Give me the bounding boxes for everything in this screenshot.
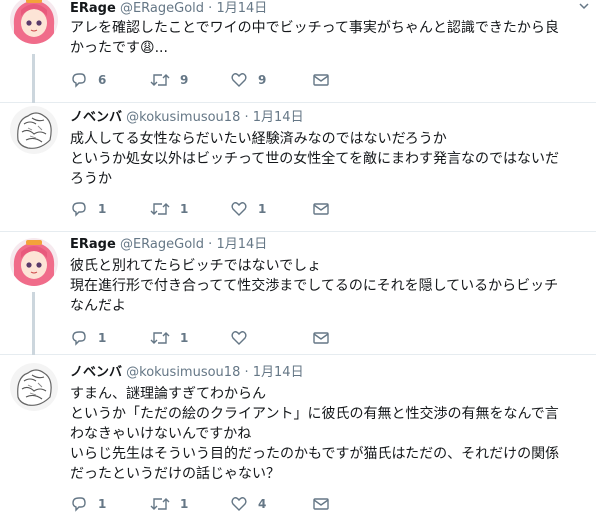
reply-icon (72, 73, 86, 88)
retweet-icon (150, 498, 170, 510)
retweet-count: 9 (180, 73, 189, 87)
reply-count: 1 (98, 497, 107, 511)
display-name[interactable]: ノベンバ (70, 110, 122, 125)
avatar[interactable] (10, 0, 58, 44)
separator-dot: · (244, 110, 249, 125)
tweet-header: ノベンバ @kokusimusou18 · 1月14日 (70, 364, 304, 382)
timestamp[interactable]: 1月14日 (216, 237, 267, 252)
tweet-text-line: すまん、謎理論すぎてわからん (70, 386, 266, 402)
like-icon (231, 497, 247, 511)
retweet-button[interactable]: 1 (150, 494, 188, 514)
tweet-header: ノベンバ @kokusimusou18 · 1月14日 (70, 109, 304, 127)
tweet-text-line: 現在進行形で付き合ってて性交渉までしてるのにそれを隠しているからビッチ (70, 278, 559, 294)
like-count: 4 (258, 497, 267, 511)
reply-icon (72, 202, 86, 217)
tweet[interactable]: ノベンバ @kokusimusou18 · 1月14日 成人してる女性ならだいた… (0, 103, 596, 232)
like-icon (231, 73, 247, 87)
separator-dot: · (208, 1, 213, 16)
reply-icon (72, 331, 86, 346)
tweet-header: ERage @ERageGold · 1月14日 (70, 236, 267, 254)
avatar[interactable] (10, 238, 58, 286)
reply-button[interactable]: 1 (70, 328, 106, 348)
user-handle[interactable]: @kokusimusou18 (126, 110, 240, 125)
display-name[interactable]: ERage (70, 1, 116, 16)
tweet-text-line: というか「ただの絵のクライアント」に彼氏の有無と性交渉の有無をなんで言 (70, 406, 559, 422)
tweet[interactable]: ERage @ERageGold · 1月14日 彼氏と別れてたらビッチではない… (0, 232, 596, 355)
tweet-text-line: なんだよ (70, 298, 126, 314)
timestamp[interactable]: 1月14日 (253, 110, 304, 125)
timestamp[interactable]: 1月14日 (216, 1, 267, 16)
direct-message-icon (313, 332, 329, 344)
thread-line (32, 292, 35, 355)
tweet[interactable]: ノベンバ @kokusimusou18 · 1月14日 すまん、謎理論すぎてわか… (0, 355, 596, 521)
tweet-text-line: というか処女以外はビッチって世の女性全てを敵にまわす発言なのではないだ (70, 151, 560, 167)
thread-line (32, 54, 35, 103)
reply-button[interactable]: 1 (70, 494, 106, 514)
user-handle[interactable]: @kokusimusou18 (126, 365, 240, 380)
avatar[interactable] (10, 363, 58, 411)
tweet-text-line: いらじ先生はそういう目的だったのかもですが猫氏はただの、それだけの関係 (70, 446, 560, 462)
avatar[interactable] (10, 106, 58, 154)
like-button[interactable]: 4 (230, 494, 266, 514)
tweet-header: ERage @ERageGold · 1月14日 (70, 0, 267, 18)
direct-message-button[interactable] (312, 70, 330, 90)
retweet-count: 1 (180, 497, 189, 511)
user-handle[interactable]: @ERageGold (120, 1, 204, 16)
direct-message-icon (313, 498, 329, 510)
like-count: 1 (258, 202, 267, 216)
user-handle[interactable]: @ERageGold (120, 237, 204, 252)
reply-count: 6 (98, 73, 107, 87)
reply-button[interactable]: 6 (70, 70, 106, 90)
tweet-text: すまん、謎理論すぎてわからん というか「ただの絵のクライアント」に彼氏の有無と性… (70, 384, 590, 484)
separator-dot: · (244, 365, 249, 380)
retweet-button[interactable]: 1 (150, 328, 188, 348)
direct-message-button[interactable] (312, 494, 330, 514)
tweet-text-line: わなきゃいけないんですかね (70, 426, 252, 442)
direct-message-button[interactable] (312, 199, 330, 219)
tweet-text: 彼氏と別れてたらビッチではないでしょ 現在進行形で付き合ってて性交渉までしてるの… (70, 256, 590, 316)
separator-dot: · (208, 237, 213, 252)
tweet-text: 成人してる女性ならだいたい経験済みなのではないだろうか というか処女以外はビッチ… (70, 129, 590, 189)
retweet-icon (150, 203, 170, 215)
like-count: 9 (258, 73, 267, 87)
retweet-count: 1 (180, 331, 189, 345)
retweet-icon (150, 74, 170, 86)
like-button[interactable] (230, 328, 258, 348)
caret-down-icon[interactable] (578, 0, 590, 12)
direct-message-icon (313, 203, 329, 215)
tweet-text-line: 成人してる女性ならだいたい経験済みなのではないだろうか (70, 131, 447, 147)
tweet-text-line: かったです😩... (70, 40, 168, 56)
retweet-button[interactable]: 1 (150, 199, 188, 219)
direct-message-icon (313, 74, 329, 86)
tweet-text: アレを確認したことでワイの中でビッチって事実がちゃんと認識できたから良 かったで… (70, 18, 590, 58)
reply-button[interactable]: 1 (70, 199, 106, 219)
like-icon (231, 202, 247, 216)
retweet-count: 1 (180, 202, 189, 216)
reply-count: 1 (98, 331, 107, 345)
reply-icon (72, 497, 86, 512)
display-name[interactable]: ERage (70, 237, 116, 252)
retweet-button[interactable]: 9 (150, 70, 188, 90)
like-button[interactable]: 1 (230, 199, 266, 219)
retweet-icon (150, 332, 170, 344)
tweet-text-line: アレを確認したことでワイの中でビッチって事実がちゃんと認識できたから良 (70, 20, 559, 36)
direct-message-button[interactable] (312, 328, 330, 348)
reply-count: 1 (98, 202, 107, 216)
display-name[interactable]: ノベンバ (70, 365, 122, 380)
like-button[interactable]: 9 (230, 70, 266, 90)
timestamp[interactable]: 1月14日 (253, 365, 304, 380)
tweet-text-line: 彼氏と別れてたらビッチではないでしょ (70, 258, 322, 274)
tweet-text-line: ろうか (70, 171, 112, 187)
tweet[interactable]: ERage @ERageGold · 1月14日 アレを確認したことでワイの中で… (0, 0, 596, 103)
tweet-text-line: だったというだけの話じゃない？ (70, 466, 280, 482)
like-icon (231, 331, 247, 345)
